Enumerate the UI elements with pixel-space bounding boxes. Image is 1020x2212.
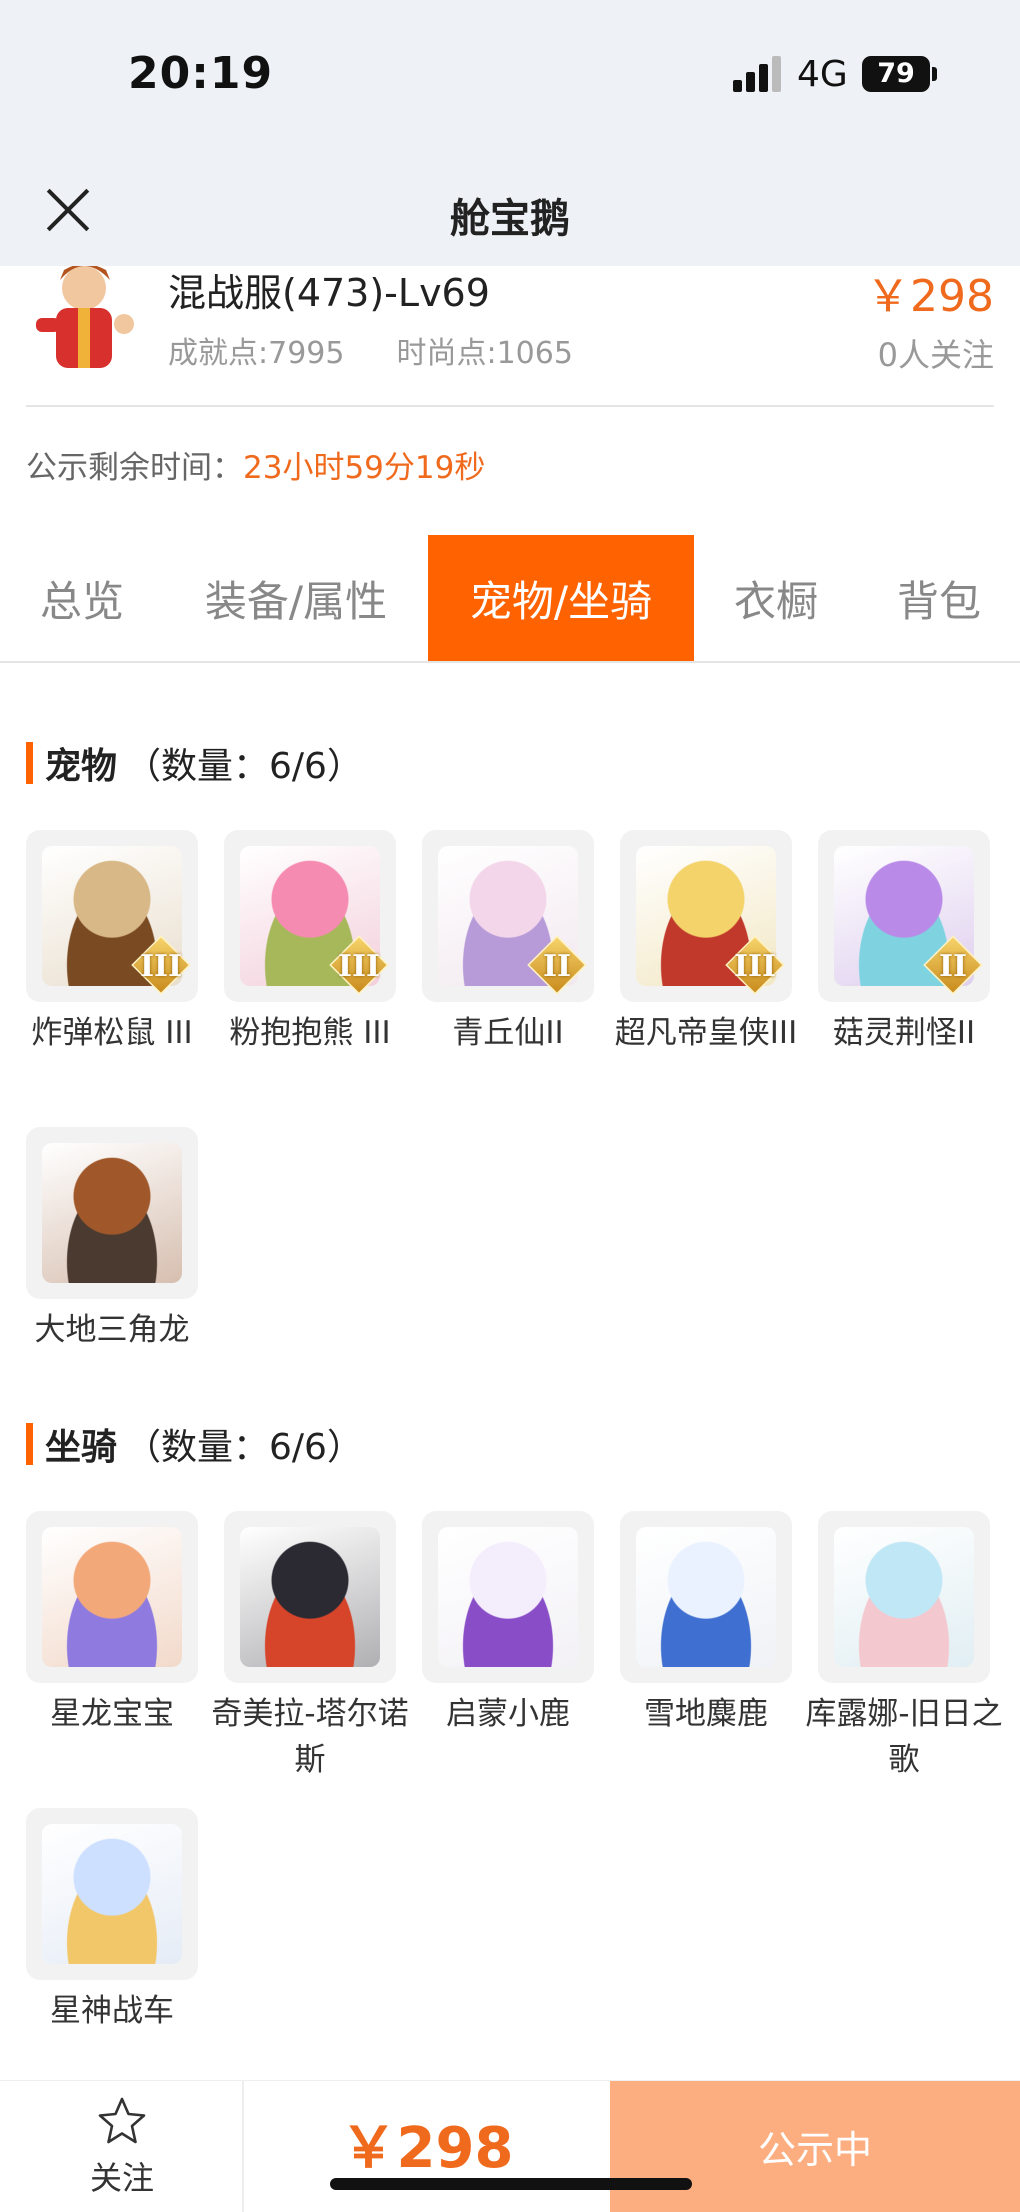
white-deer-mount-icon [422,1511,594,1683]
pet-item[interactable]: II 青丘仙II [422,830,594,1056]
countdown-label: 公示剩余时间： [26,450,243,486]
achievement-points: 成就点:7995 [168,336,345,371]
account-stats: 成就点:7995 时尚点:1065 [168,328,573,372]
bottom-bar: 关注 ￥298 公示中 [0,2080,1020,2212]
mounts-count: （数量：6/6） [125,1427,363,1468]
pet-name: 青丘仙II [452,1015,564,1051]
rank-label: III [139,949,183,984]
countdown: 公示剩余时间：23小时59分19秒 [26,442,485,487]
pet-item[interactable]: III 粉抱抱熊 III [224,830,396,1056]
mount-item[interactable]: 雪地麋鹿 [620,1511,792,1737]
follower-count: 0人关注 [877,336,994,374]
pet-name: 粉抱抱熊 III [229,1015,391,1051]
pet-item[interactable]: II 菇灵荆怪II [818,830,990,1056]
page-title: 舱宝鹅 [450,196,570,242]
mount-item[interactable]: 启蒙小鹿 [422,1511,594,1737]
mount-item[interactable]: 奇美拉-塔尔诺斯 [211,1511,409,1783]
section-accent [26,742,33,784]
mount-name: 星神战车 [50,1993,174,2029]
pet-name: 炸弹松鼠 III [31,1015,193,1051]
chimera-mount-icon [224,1511,396,1683]
tab-wardrobe[interactable]: 衣橱 [694,535,858,661]
follow-button[interactable]: 关注 [0,2081,244,2212]
bottom-price: ￥298 [340,2116,514,2181]
rank-label: III [337,949,381,984]
tab-bar: 总览 装备/属性 宠物/坐骑 衣橱 背包 [0,535,1020,663]
thumbnail-art [240,1527,380,1667]
mounts-section-title: 坐骑 （数量：6/6） [26,1418,363,1470]
battery-icon: 79 [862,56,937,92]
tab-pets-mounts[interactable]: 宠物/坐骑 [428,535,694,661]
mount-item[interactable]: 库露娜-旧日之歌 [805,1511,1003,1783]
star-icon [98,2097,146,2144]
triceratops-pet-icon [26,1127,198,1299]
pets-section-title: 宠物 （数量：6/6） [26,737,363,789]
home-indicator [330,2178,692,2190]
pet-name: 菇灵荆怪II [832,1015,976,1051]
thumbnail-art [438,1527,578,1667]
section-accent [26,1423,33,1465]
countdown-value: 23小时59分19秒 [243,450,486,486]
mount-name: 启蒙小鹿 [446,1696,570,1732]
mount-name: 库露娜-旧日之歌 [805,1696,1003,1778]
pet-name: 大地三角龙 [34,1312,190,1348]
pink-bear-pet-icon: III [224,830,396,1002]
thumbnail-art [834,1527,974,1667]
status-time: 20:19 [128,48,274,99]
mount-name: 雪地麋鹿 [644,1696,768,1732]
squirrel-pet-icon: III [26,830,198,1002]
rank-label: III [733,949,777,984]
follow-label: 关注 [89,2159,154,2197]
fashion-points: 时尚点:1065 [396,336,573,371]
price: ￥298 [866,271,994,322]
pet-item[interactable]: III 炸弹松鼠 III [26,830,198,1056]
pets-heading: 宠物 [45,746,118,787]
signal-icon [733,56,781,92]
mount-item[interactable]: 星龙宝宝 [26,1511,198,1737]
mount-name: 奇美拉-塔尔诺斯 [211,1696,409,1778]
thumbnail-art [42,1527,182,1667]
thumbnail-art [42,1143,182,1283]
rank-label: II [938,949,968,984]
publicity-status-button[interactable]: 公示中 [610,2081,1020,2212]
top-bar: 20:19 4G 79 舱宝鹅 [0,0,1020,266]
tab-backpack[interactable]: 背包 [858,535,1020,661]
snow-elk-mount-icon [620,1511,792,1683]
golden-hero-pet-icon: III [620,830,792,1002]
mounts-heading: 坐骑 [45,1427,118,1468]
rank-label: II [542,949,572,984]
pet-item[interactable]: 大地三角龙 [26,1127,198,1353]
mount-item[interactable]: 星神战车 [26,1808,198,2034]
thumbnail-art [636,1527,776,1667]
pet-item[interactable]: III 超凡帝皇侠III [615,830,797,1056]
mount-name: 星龙宝宝 [50,1696,174,1732]
kuluna-mount-icon [818,1511,990,1683]
network-type: 4G [797,54,848,95]
divider [26,405,994,407]
pet-name: 超凡帝皇侠III [614,1015,798,1051]
thumbnail-art [42,1824,182,1964]
tab-equipment[interactable]: 装备/属性 [164,535,428,661]
fox-fairy-pet-icon: II [422,830,594,1002]
tab-overview[interactable]: 总览 [0,535,164,661]
star-chariot-mount-icon [26,1808,198,1980]
character-avatar [26,266,152,378]
mushroom-elf-pet-icon: II [818,830,990,1002]
server-level: 混战服(473)-Lv69 [168,271,490,315]
pets-count: （数量：6/6） [125,746,363,787]
baby-dragon-mount-icon [26,1511,198,1683]
